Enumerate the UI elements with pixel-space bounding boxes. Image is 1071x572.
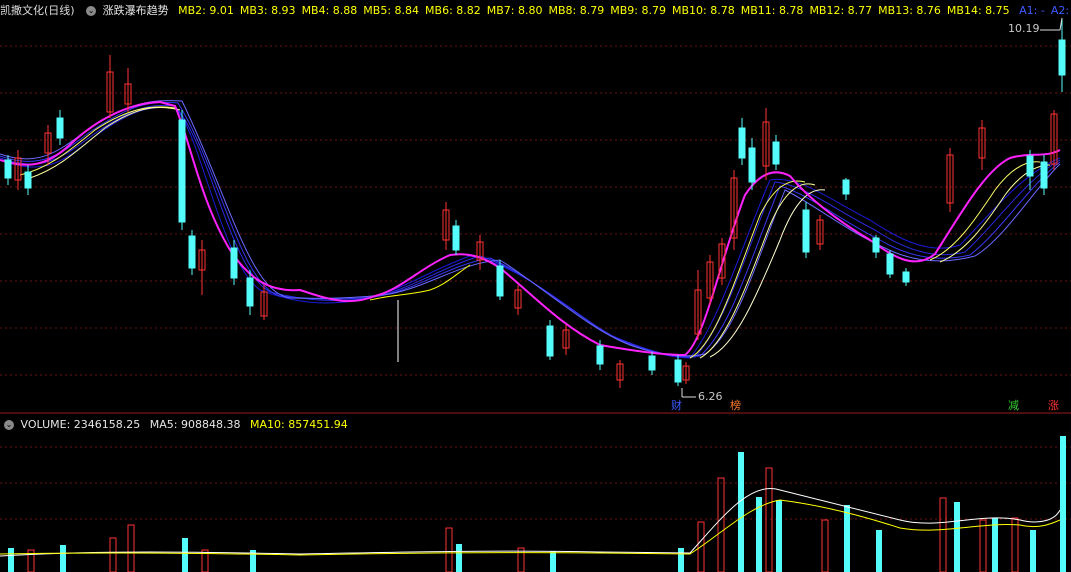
mb-item: MB11: 8.78 [740,4,804,17]
a-item: A1: - [1019,4,1045,17]
volume-menu-icon[interactable]: ⌄ [4,420,14,430]
mb-item: MB12: 8.77 [809,4,873,17]
ma5-label: MA5: [149,418,178,431]
ma5-line [0,488,1061,557]
indicator-name[interactable]: 涨跌瀑布趋势 [103,2,169,20]
price-chart[interactable] [0,0,1071,572]
mb-item: MB7: 8.80 [486,4,543,17]
volume-bars [0,436,1066,572]
mb-item: MB14: 8.75 [946,4,1010,17]
waterfall-ribbon [0,100,1061,359]
ma10-label: MA10: [250,418,285,431]
indicator-menu-icon[interactable]: ⌄ [86,6,97,16]
mb-item: MB13: 8.76 [878,4,941,17]
vol-label: VOLUME: [20,418,71,431]
price-markers [681,17,1063,398]
mb-values: MB2: 9.01 MB3: 8.93 MB4: 8.88 MB5: 8.84 MB6:… [172,2,1010,20]
a-item: A2: - [1050,4,1071,17]
event-tag-list[interactable]: 榜 [728,399,743,413]
a-values: A1: -A2: -A3 [1013,2,1071,20]
low-price-label: 6.26 [698,390,723,403]
mb-item: MB4: 8.88 [301,4,358,17]
mb-item: MB9: 8.79 [610,4,666,17]
price-grid [0,45,1071,520]
mb-item: MB2: 9.01 [178,4,234,17]
high-price-label: 10.19 [1008,22,1040,35]
mb-item: MB10: 8.78 [671,4,735,17]
mb-item: MB5: 8.84 [363,4,420,17]
ma10-value: 857451.94 [288,418,348,431]
candlesticks [4,18,1066,388]
ma5-value: 908848.38 [181,418,241,431]
indicator-header: 凯撒文化(日线) ⌄ 涨跌瀑布趋势 MB2: 9.01 MB3: 8.93 MB4:… [0,2,1071,20]
mb-item: MB6: 8.82 [425,4,481,17]
mb-item: MB3: 8.93 [239,4,296,17]
volume-header: ⌄ VOLUME: 2346158.25 MA5: 908848.38 MA10… [0,416,1071,434]
ma10-line [0,499,1061,556]
mb-item: MB8: 8.79 [548,4,605,17]
event-tag-finance[interactable]: 财 [669,399,684,413]
vol-value: 2346158.25 [73,418,141,431]
stock-title: 凯撒文化(日线) [0,4,75,17]
event-tag-reduce[interactable]: 减 [1006,399,1021,413]
event-tag-rise[interactable]: 涨 [1046,399,1061,413]
